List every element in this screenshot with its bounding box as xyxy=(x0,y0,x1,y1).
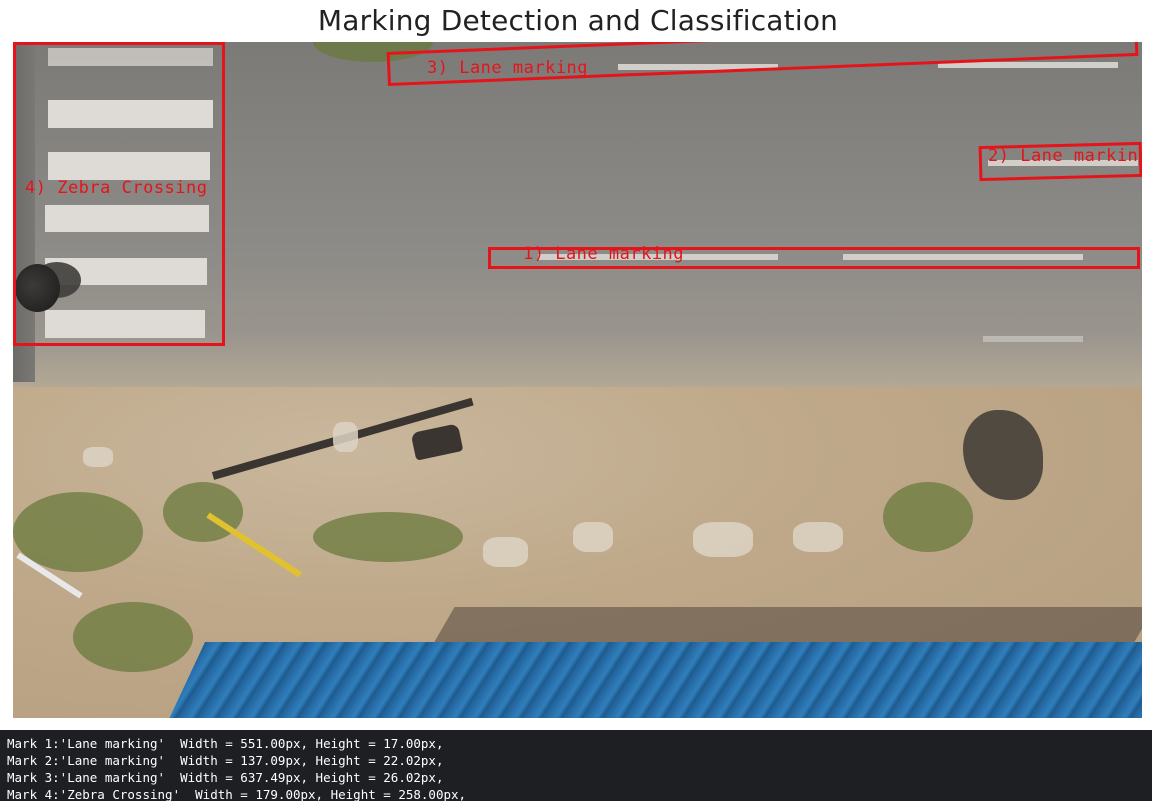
output-line: Mark 4:'Zebra Crossing' Width = 179.00px… xyxy=(7,787,467,802)
figure: Marking Detection and Classification 1) … xyxy=(0,0,1152,730)
console-output: Mark 1:'Lane marking' Width = 551.00px, … xyxy=(0,730,1152,802)
aerial-road-image: 1) Lane marking 2) Lane marking 3) Lane … xyxy=(13,42,1142,718)
lane-dash xyxy=(938,62,1118,68)
detection-label-2: 2) Lane marking xyxy=(988,146,1142,166)
output-line: Mark 3:'Lane marking' Width = 637.49px, … xyxy=(7,770,444,785)
vegetation xyxy=(313,512,463,562)
detection-label-4: 4) Zebra Crossing xyxy=(25,178,208,198)
lane-dash xyxy=(983,336,1083,342)
rubble xyxy=(83,447,113,467)
rubble xyxy=(693,522,753,557)
detection-label-1: 1) Lane marking xyxy=(523,244,685,264)
output-line: Mark 2:'Lane marking' Width = 137.09px, … xyxy=(7,753,444,768)
rubble xyxy=(483,537,528,567)
rubble xyxy=(793,522,843,552)
rubble xyxy=(573,522,613,552)
figure-title: Marking Detection and Classification xyxy=(317,4,839,37)
vegetation xyxy=(73,602,193,672)
detection-label-3: 3) Lane marking xyxy=(427,58,589,78)
blue-metal-roof xyxy=(163,642,1142,718)
output-line: Mark 1:'Lane marking' Width = 551.00px, … xyxy=(7,736,444,751)
vegetation xyxy=(883,482,973,552)
rubble xyxy=(333,422,358,452)
roof-shadow xyxy=(431,607,1142,647)
